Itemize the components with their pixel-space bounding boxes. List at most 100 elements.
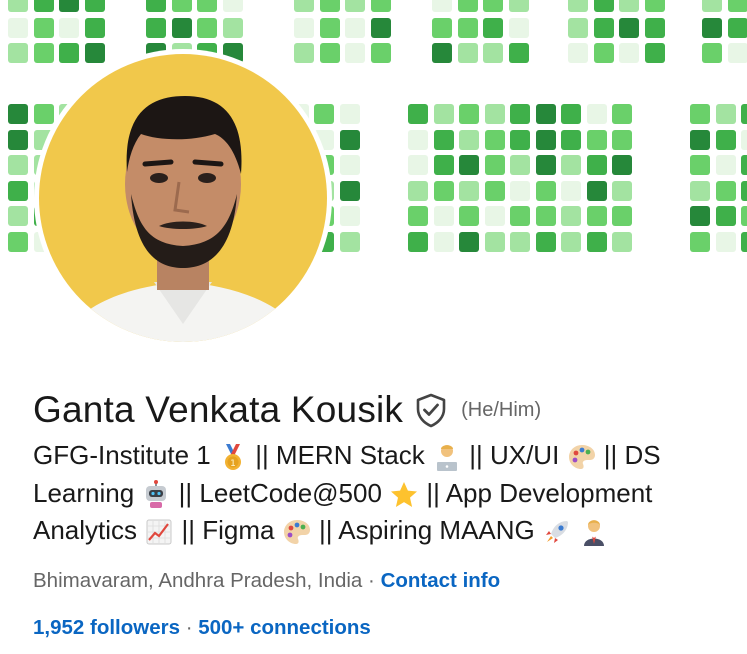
location-row: Bhimavaram, Andhra Pradesh, India · Cont… bbox=[33, 569, 500, 593]
followers-link[interactable]: 1,952 followers bbox=[33, 616, 180, 639]
banner-cell bbox=[432, 17, 452, 38]
banner-cell bbox=[619, 0, 639, 12]
banner-cell bbox=[690, 231, 710, 252]
medal-icon: 1 bbox=[224, 444, 241, 471]
banner-cell bbox=[612, 180, 632, 201]
location: Bhimavaram, Andhra Pradesh, India bbox=[33, 569, 363, 592]
banner-cell bbox=[484, 155, 505, 175]
banner-cell bbox=[459, 104, 479, 124]
banner-cell bbox=[171, 17, 192, 38]
banner-cell bbox=[535, 231, 556, 252]
banner-cell bbox=[433, 231, 454, 252]
banner-cell bbox=[222, 0, 243, 12]
banner-cell bbox=[319, 17, 340, 38]
banner-cell bbox=[508, 43, 529, 63]
banner-cell bbox=[535, 155, 556, 175]
banner-cell bbox=[727, 0, 747, 12]
headline-line-3: Analytics || Figma || Aspiring MAANG bbox=[33, 515, 609, 547]
banner-cell bbox=[568, 43, 588, 63]
banner-cell bbox=[508, 17, 529, 38]
contact-info-link[interactable]: Contact info bbox=[381, 569, 501, 592]
banner-cell bbox=[432, 0, 452, 12]
banner-cell bbox=[59, 17, 79, 38]
banner-cell bbox=[294, 17, 314, 38]
banner-cell bbox=[408, 104, 428, 124]
banner-cell bbox=[408, 155, 428, 175]
banner-cell bbox=[59, 0, 79, 12]
banner-cell bbox=[457, 0, 478, 12]
headline-text: || LeetCode@500 bbox=[178, 478, 382, 508]
headline-text: || App Development bbox=[426, 478, 653, 508]
banner-cell bbox=[314, 104, 334, 124]
banner-cell bbox=[690, 180, 710, 201]
headline-line-1: GFG-Institute 1 1 || MERN Stack || UX/UI… bbox=[33, 440, 661, 472]
banner-cell bbox=[741, 155, 747, 175]
banner-cell bbox=[535, 206, 556, 226]
banner-cell bbox=[339, 180, 360, 201]
banner-cell bbox=[586, 104, 607, 124]
headline-line-2: Learning || LeetCode@500 || App Developm… bbox=[33, 478, 652, 510]
banner-cell bbox=[33, 17, 54, 38]
banner-cell bbox=[715, 231, 736, 252]
banner-cell bbox=[408, 129, 428, 150]
banner-cell bbox=[715, 129, 736, 150]
banner-cell bbox=[510, 231, 530, 252]
banner-cell bbox=[408, 180, 428, 201]
banner-cell bbox=[8, 155, 28, 175]
banner-cell bbox=[690, 104, 710, 124]
banner-cell bbox=[197, 0, 217, 12]
banner-cell bbox=[741, 129, 747, 150]
star-icon bbox=[391, 482, 418, 508]
banner-cell bbox=[222, 17, 243, 38]
banner-cell bbox=[459, 206, 479, 226]
banner-cell bbox=[561, 129, 581, 150]
banner-cell bbox=[459, 180, 479, 201]
banner-cell bbox=[33, 43, 54, 63]
banner-cell bbox=[561, 231, 581, 252]
person-portrait bbox=[59, 96, 307, 342]
banner-cell bbox=[8, 43, 28, 63]
banner-cell bbox=[8, 180, 28, 201]
avatar bbox=[39, 54, 327, 342]
banner-cell bbox=[339, 231, 360, 252]
rocket-icon bbox=[545, 521, 568, 544]
banner-cell bbox=[484, 231, 505, 252]
separator: · bbox=[185, 616, 193, 639]
banner-cell bbox=[84, 0, 105, 12]
banner-cell bbox=[535, 129, 556, 150]
shield-check-icon[interactable] bbox=[413, 392, 449, 428]
banner-cell bbox=[8, 206, 28, 226]
banner-cell bbox=[586, 231, 607, 252]
banner-cell bbox=[561, 206, 581, 226]
banner-cell bbox=[690, 206, 710, 226]
banner-cell bbox=[8, 0, 28, 12]
banner-cell bbox=[619, 17, 639, 38]
headline-text: Analytics bbox=[33, 515, 138, 545]
chart-icon bbox=[146, 519, 172, 545]
banner-cell bbox=[483, 0, 503, 12]
robot-icon bbox=[146, 480, 167, 509]
banner-cell bbox=[8, 231, 28, 252]
banner-cell bbox=[593, 17, 614, 38]
profile-photo[interactable] bbox=[34, 49, 332, 347]
office-worker-icon bbox=[584, 520, 605, 547]
palette-icon bbox=[283, 520, 310, 545]
banner-cell bbox=[433, 104, 454, 124]
banner-cell bbox=[8, 129, 28, 150]
banner-cell bbox=[715, 206, 736, 226]
banner-cell bbox=[33, 104, 54, 124]
network-row: 1,952 followers · 500+ connections bbox=[33, 616, 371, 640]
banner-cell bbox=[370, 17, 391, 38]
banner-cell bbox=[408, 206, 428, 226]
pronouns: (He/Him) bbox=[461, 398, 542, 421]
connections-link[interactable]: 500+ connections bbox=[198, 616, 371, 639]
separator: · bbox=[368, 569, 375, 592]
banner-cell bbox=[715, 180, 736, 201]
headline-text: GFG-Institute 1 bbox=[33, 440, 211, 470]
banner-cell bbox=[586, 129, 607, 150]
palette-icon bbox=[568, 445, 595, 470]
banner-cell bbox=[644, 43, 665, 63]
banner-cell bbox=[345, 43, 365, 63]
banner-cell bbox=[433, 180, 454, 201]
banner-cell bbox=[484, 104, 505, 124]
